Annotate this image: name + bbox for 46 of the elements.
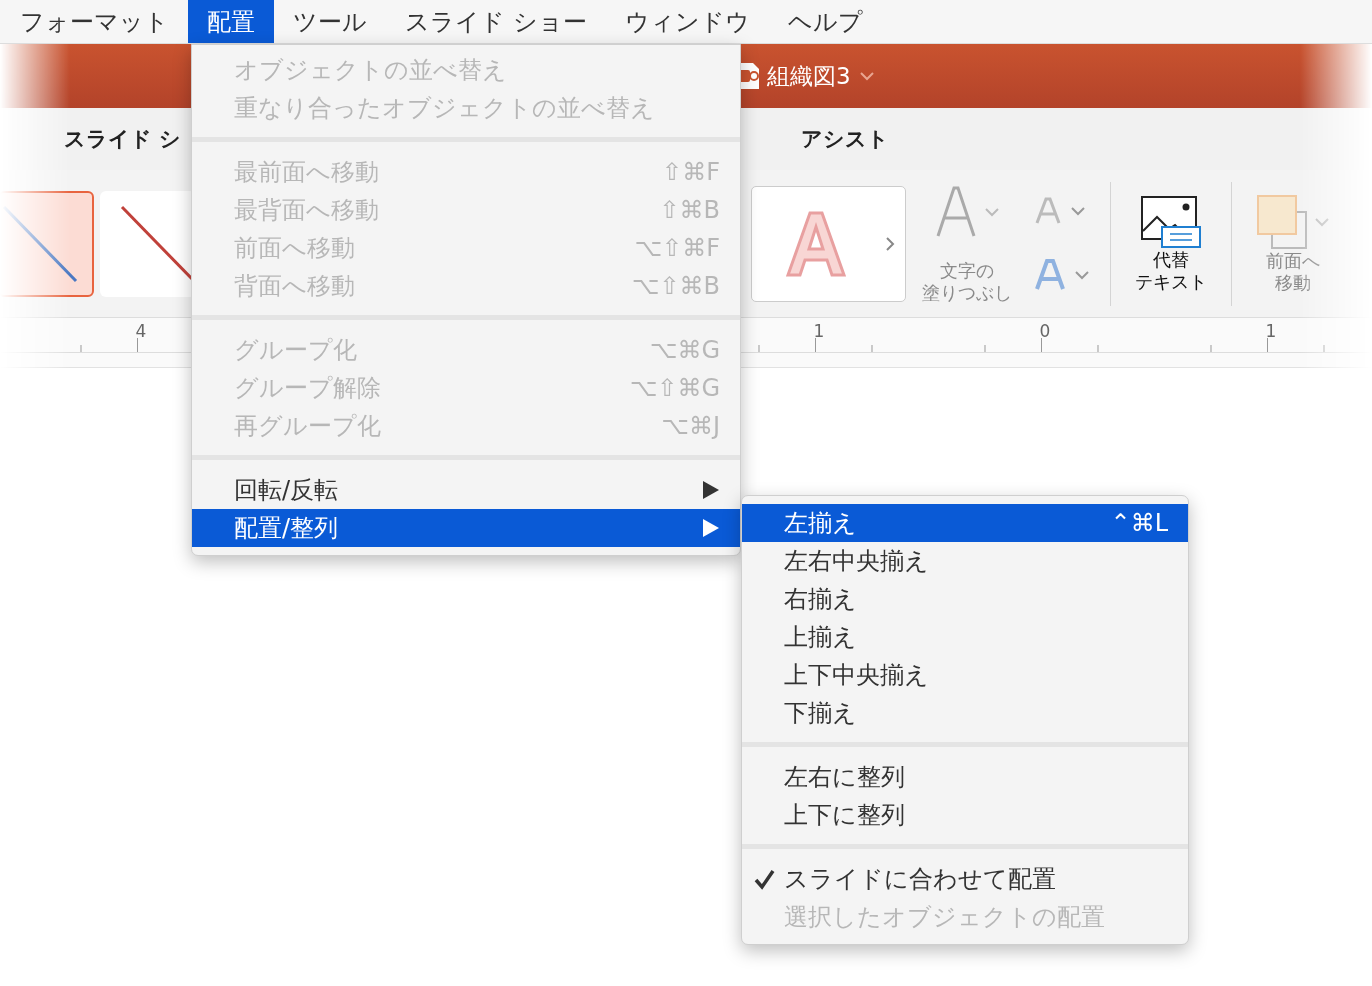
menu-item[interactable]: 右揃え xyxy=(742,580,1188,618)
document-title: 組織図3 xyxy=(767,61,851,91)
ruler-number: 1 xyxy=(813,321,825,341)
menu-item[interactable]: 回転/反転 xyxy=(192,471,740,509)
menu-item[interactable]: 上揃え xyxy=(742,618,1188,656)
shape-style-thumbnail[interactable] xyxy=(0,190,94,297)
chevron-down-icon[interactable] xyxy=(1070,204,1086,217)
submenu-arrow-icon xyxy=(702,480,720,500)
ribbon-tab[interactable]: アシスト xyxy=(801,125,890,153)
chevron-down-icon[interactable] xyxy=(1074,268,1090,281)
menu-item[interactable]: 左揃え ⌃⌘L xyxy=(742,504,1188,542)
ruler-number: 4 xyxy=(135,321,147,341)
alt-text-button[interactable]: 代替 テキスト xyxy=(1129,190,1213,297)
keyboard-shortcut: ⌥⇧⌘B xyxy=(631,272,720,300)
text-effects-button[interactable] xyxy=(1032,256,1092,293)
keyboard-shortcut: ⇧⌘B xyxy=(659,196,720,224)
menu-item[interactable]: スライドに合わせて配置 xyxy=(742,860,1188,898)
keyboard-shortcut: ⌥⇧⌘G xyxy=(629,374,720,402)
image-text-icon xyxy=(1140,194,1202,249)
ruler-number: 0 xyxy=(1039,321,1051,341)
menu-bar-item[interactable]: スライド ショー xyxy=(386,0,606,43)
wordart-style-gallery[interactable] xyxy=(751,185,906,302)
menu-item[interactable]: 左右に整列 xyxy=(742,758,1188,796)
menu-item[interactable]: 上下に整列 xyxy=(742,796,1188,834)
chevron-right-icon[interactable] xyxy=(885,235,895,252)
menu-item[interactable]: 上下中央揃え xyxy=(742,656,1188,694)
menu-bar-item[interactable]: ウィンドウ xyxy=(605,0,769,43)
ruler-number: 1 xyxy=(1265,321,1277,341)
menu-bar-item[interactable]: 配置 xyxy=(188,0,274,43)
layers-icon xyxy=(1256,193,1308,250)
menu-item[interactable]: 下揃え xyxy=(742,694,1188,732)
submenu-arrow-icon xyxy=(702,518,720,538)
chevron-down-icon[interactable] xyxy=(858,70,875,82)
letter-a-icon xyxy=(1034,196,1062,225)
keyboard-shortcut: ⌃⌘L xyxy=(1110,509,1168,537)
letter-a-icon xyxy=(1034,258,1066,291)
keyboard-shortcut: ⌥⌘G xyxy=(649,336,720,364)
menu-bar-item[interactable]: ヘルプ xyxy=(768,0,882,43)
ribbon-tab[interactable]: スライド シ xyxy=(64,125,182,153)
menu-item[interactable]: 左右中央揃え xyxy=(742,542,1188,580)
keyboard-shortcut: ⌥⇧⌘F xyxy=(634,234,720,262)
menu-bar-item[interactable]: フォーマット xyxy=(1,0,188,43)
keyboard-shortcut: ⇧⌘F xyxy=(662,158,720,186)
menu-item[interactable]: 配置/整列 xyxy=(192,509,740,547)
keyboard-shortcut: ⌥⌘J xyxy=(661,412,720,440)
menu-bar-item[interactable]: ツール xyxy=(274,0,386,43)
